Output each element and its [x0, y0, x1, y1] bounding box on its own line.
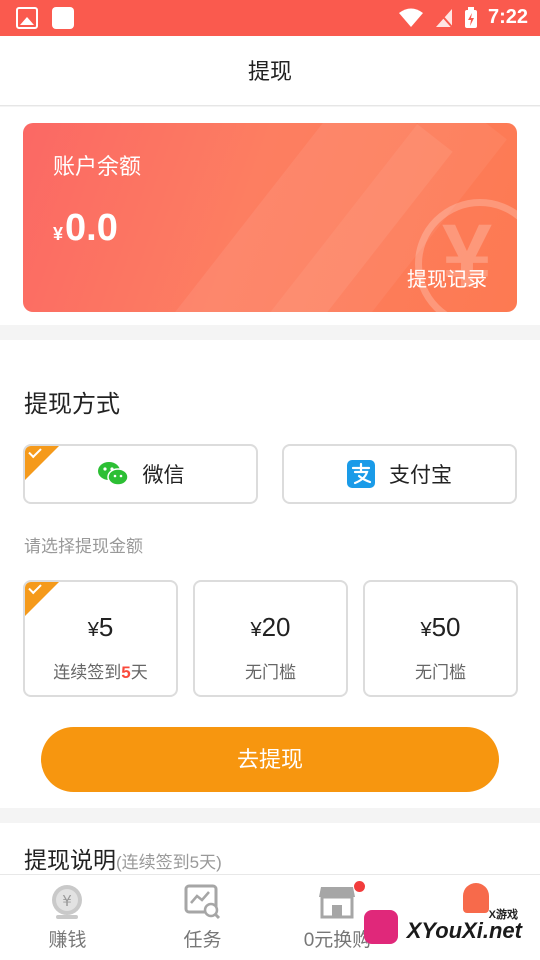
- amount-number: 5: [98, 612, 114, 642]
- nav-item-earn[interactable]: ¥ 赚钱: [0, 875, 135, 960]
- alipay-icon: [347, 460, 375, 488]
- status-time: 7:22: [487, 6, 528, 28]
- status-bar: 7:22: [0, 0, 540, 36]
- balance-section: 账户余额 ¥0.0 提现记录: [0, 107, 540, 325]
- withdraw-section: 提现方式 微信 支付宝 请选择提现金额 ¥5 连续签到5天 ¥20 无门槛 ¥5…: [0, 340, 540, 808]
- wifi-icon: [398, 8, 423, 27]
- note-text: 天: [130, 663, 148, 682]
- balance-card: 账户余额 ¥0.0 提现记录: [23, 123, 517, 312]
- amount-option-50[interactable]: ¥50 无门槛: [363, 580, 518, 697]
- notes-title: 提现说明(连续签到5天): [24, 841, 222, 875]
- amount-number: 50: [431, 612, 461, 642]
- notification-badge: [354, 881, 365, 892]
- notes-subtitle: (连续签到5天): [116, 853, 222, 872]
- site-watermark: X游戏 XYouXi.net: [362, 900, 532, 956]
- currency-symbol: ¥: [250, 619, 262, 641]
- svg-text:¥: ¥: [62, 892, 72, 910]
- note-text: 连续签到: [53, 663, 122, 682]
- amount-value: ¥20: [195, 612, 346, 643]
- balance-value: 0.0: [65, 207, 118, 249]
- balance-amount: ¥0.0: [53, 207, 118, 250]
- balance-label: 账户余额: [53, 154, 142, 179]
- amount-value: ¥50: [365, 612, 516, 643]
- app-notification-icon: [52, 7, 74, 29]
- method-wechat-button[interactable]: 微信: [23, 444, 258, 504]
- coin-icon: ¥: [52, 885, 82, 919]
- amount-note: 无门槛: [415, 663, 466, 682]
- watermark-main: XYouXi.net: [406, 918, 522, 943]
- selected-check-icon: [25, 582, 59, 616]
- amount-note: 连续签到5天: [25, 658, 176, 683]
- page-title: 提现: [0, 36, 540, 106]
- nav-label: 任务: [183, 930, 222, 951]
- store-icon: [319, 887, 355, 919]
- method-title: 提现方式: [24, 391, 120, 418]
- method-alipay-label: 支付宝: [389, 464, 452, 487]
- notes-heading: 提现说明: [24, 847, 116, 873]
- amount-option-20[interactable]: ¥20 无门槛: [193, 580, 348, 697]
- withdraw-history-link[interactable]: 提现记录: [407, 263, 487, 292]
- amount-note: 无门槛: [245, 663, 296, 682]
- method-alipay-button[interactable]: 支付宝: [282, 444, 517, 504]
- currency-symbol: ¥: [420, 619, 432, 641]
- withdraw-button[interactable]: 去提现: [41, 727, 499, 792]
- note-highlight: 5: [121, 663, 131, 682]
- amount-number: 20: [261, 612, 291, 642]
- currency-symbol: ¥: [53, 224, 64, 244]
- currency-symbol: ¥: [87, 619, 99, 641]
- nav-item-tasks[interactable]: 任务: [135, 875, 270, 960]
- no-signal-icon: [435, 8, 453, 28]
- amount-option-5[interactable]: ¥5 连续签到5天: [23, 580, 178, 697]
- image-notification-icon: [16, 7, 38, 29]
- battery-charging-icon: [464, 6, 477, 28]
- amount-hint: 请选择提现金额: [24, 537, 143, 556]
- amount-value: ¥5: [25, 612, 176, 643]
- nav-label: 赚钱: [48, 930, 87, 951]
- gamepad-logo-icon: [364, 910, 398, 944]
- method-wechat-label: 微信: [142, 464, 185, 487]
- wechat-icon: [97, 462, 129, 486]
- task-icon: [184, 884, 221, 920]
- selected-check-icon: [25, 446, 59, 480]
